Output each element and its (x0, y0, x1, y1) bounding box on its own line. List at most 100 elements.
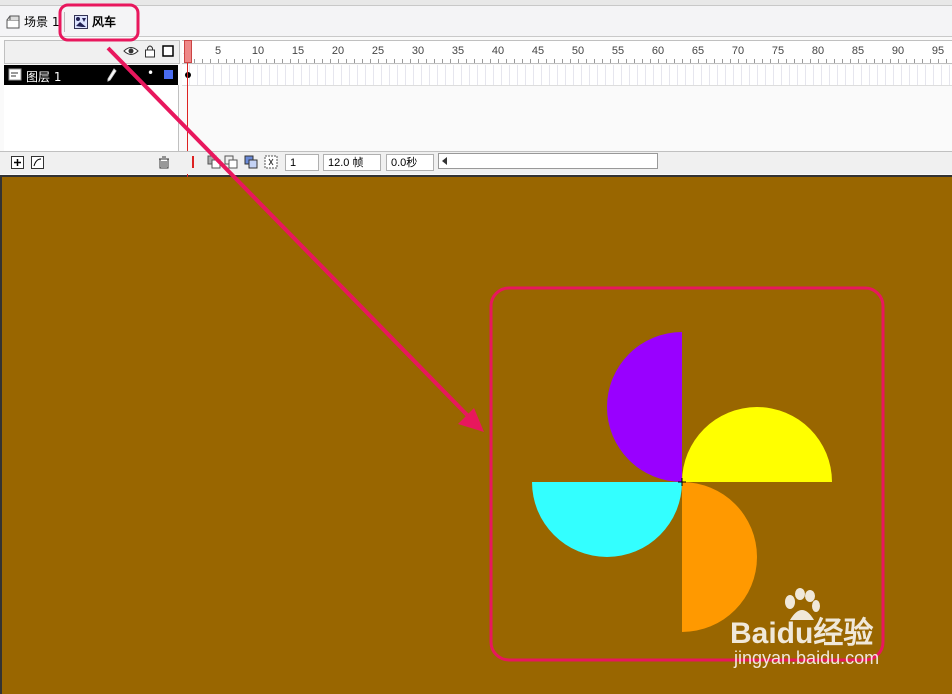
ruler-tick (418, 59, 419, 63)
ruler-tick (850, 59, 851, 63)
ruler-tick (498, 59, 499, 63)
ruler-tick (274, 59, 275, 63)
ruler-tick (258, 59, 259, 63)
breadcrumb-scene[interactable]: 场景 1 (6, 13, 59, 30)
pinwheel-blade-top[interactable] (607, 332, 682, 482)
onion-skin-button[interactable] (207, 155, 221, 169)
ruler-tick (690, 59, 691, 63)
frame-rate-field[interactable]: 12.0 帧 (323, 154, 381, 171)
ruler-tick (938, 59, 939, 63)
ruler-tick (882, 59, 883, 63)
ruler-tick (722, 59, 723, 63)
ruler-tick (450, 59, 451, 63)
ruler-tick (354, 59, 355, 63)
layer-row[interactable]: 图层 1 • • (4, 65, 178, 85)
ruler-tick (538, 59, 539, 63)
insert-layer-button[interactable] (10, 155, 24, 169)
timeline-panel: 15101520253035404550556065707580859095 图… (0, 37, 952, 177)
layer-list-area (4, 85, 179, 151)
add-motion-guide-button[interactable] (30, 155, 44, 169)
watermark-brand: Baidu经验 (730, 617, 874, 650)
ruler-tick (810, 59, 811, 63)
edit-multiple-frames-icon (244, 155, 258, 169)
layer-frames[interactable] (182, 65, 952, 86)
breadcrumb-symbol[interactable]: 风车 (74, 13, 116, 30)
ruler-tick (714, 59, 715, 63)
timeline-scrollbar[interactable] (438, 153, 658, 169)
ruler-tick (930, 59, 931, 63)
ruler-tick (402, 59, 403, 63)
keyframe-icon[interactable] (184, 71, 192, 79)
ruler-tick (378, 59, 379, 63)
modify-onion-markers-button[interactable] (264, 155, 278, 169)
lock-icon[interactable] (144, 44, 156, 58)
ruler-tick (858, 59, 859, 63)
ruler-tick (922, 59, 923, 63)
visibility-dot[interactable]: • (128, 66, 135, 80)
ruler-tick (666, 59, 667, 63)
ruler-tick (778, 59, 779, 63)
center-frame-button[interactable] (186, 155, 200, 169)
watermark: Baidu经验 jingyan.baidu.com (730, 588, 930, 678)
ruler-tick (610, 59, 611, 63)
ruler-tick (506, 59, 507, 63)
playhead[interactable] (184, 40, 192, 63)
frame-ruler[interactable]: 15101520253035404550556065707580859095 (182, 40, 952, 64)
ruler-tick (738, 59, 739, 63)
ruler-tick (346, 59, 347, 63)
ruler-tick-label: 55 (611, 45, 625, 57)
edit-multiple-frames-button[interactable] (244, 155, 258, 169)
ruler-tick (522, 59, 523, 63)
ruler-tick-label: 80 (811, 45, 825, 57)
ruler-tick (458, 59, 459, 63)
ruler-tick (642, 59, 643, 63)
lock-dot[interactable]: • (147, 66, 154, 80)
ruler-tick (706, 59, 707, 63)
ruler-tick (698, 59, 699, 63)
ruler-tick (410, 59, 411, 63)
center-frame-icon (192, 156, 194, 168)
delete-layer-button[interactable] (157, 155, 171, 169)
ruler-tick (762, 59, 763, 63)
ruler-tick (226, 59, 227, 63)
ruler-tick (474, 59, 475, 63)
ruler-tick (362, 59, 363, 63)
ruler-tick (218, 59, 219, 63)
onion-outline-button[interactable] (224, 155, 238, 169)
ruler-tick (282, 59, 283, 63)
elapsed-time-field: 0.0秒 (386, 154, 434, 171)
ruler-tick (290, 59, 291, 63)
ruler-tick-label: 50 (571, 45, 585, 57)
ruler-tick-label: 75 (771, 45, 785, 57)
eye-icon[interactable] (123, 45, 139, 57)
ruler-tick (866, 59, 867, 63)
ruler-tick (730, 59, 731, 63)
symbol-label: 风车 (92, 15, 117, 29)
current-frame-field: 1 (285, 154, 319, 171)
ruler-tick (618, 59, 619, 63)
ruler-tick (658, 59, 659, 63)
pinwheel-blade-right[interactable] (682, 407, 832, 482)
ruler-tick (314, 59, 315, 63)
trash-icon (159, 156, 169, 168)
outline-icon[interactable] (162, 45, 174, 57)
ruler-tick (442, 59, 443, 63)
breadcrumb-separator (64, 12, 65, 32)
ruler-tick (794, 59, 795, 63)
ruler-tick (394, 59, 395, 63)
ruler-tick (426, 59, 427, 63)
ruler-tick (554, 59, 555, 63)
ruler-tick (490, 59, 491, 63)
scroll-left-icon[interactable] (442, 157, 448, 165)
ruler-tick (898, 59, 899, 63)
ruler-tick (834, 59, 835, 63)
ruler-tick-label: 95 (931, 45, 945, 57)
layer-outline-color[interactable] (164, 70, 173, 79)
pinwheel-blade-left[interactable] (532, 482, 682, 557)
ruler-tick (570, 59, 571, 63)
ruler-tick (338, 59, 339, 63)
ruler-tick-label: 15 (291, 45, 305, 57)
ruler-tick (202, 59, 203, 63)
ruler-tick (546, 59, 547, 63)
ruler-tick (306, 59, 307, 63)
